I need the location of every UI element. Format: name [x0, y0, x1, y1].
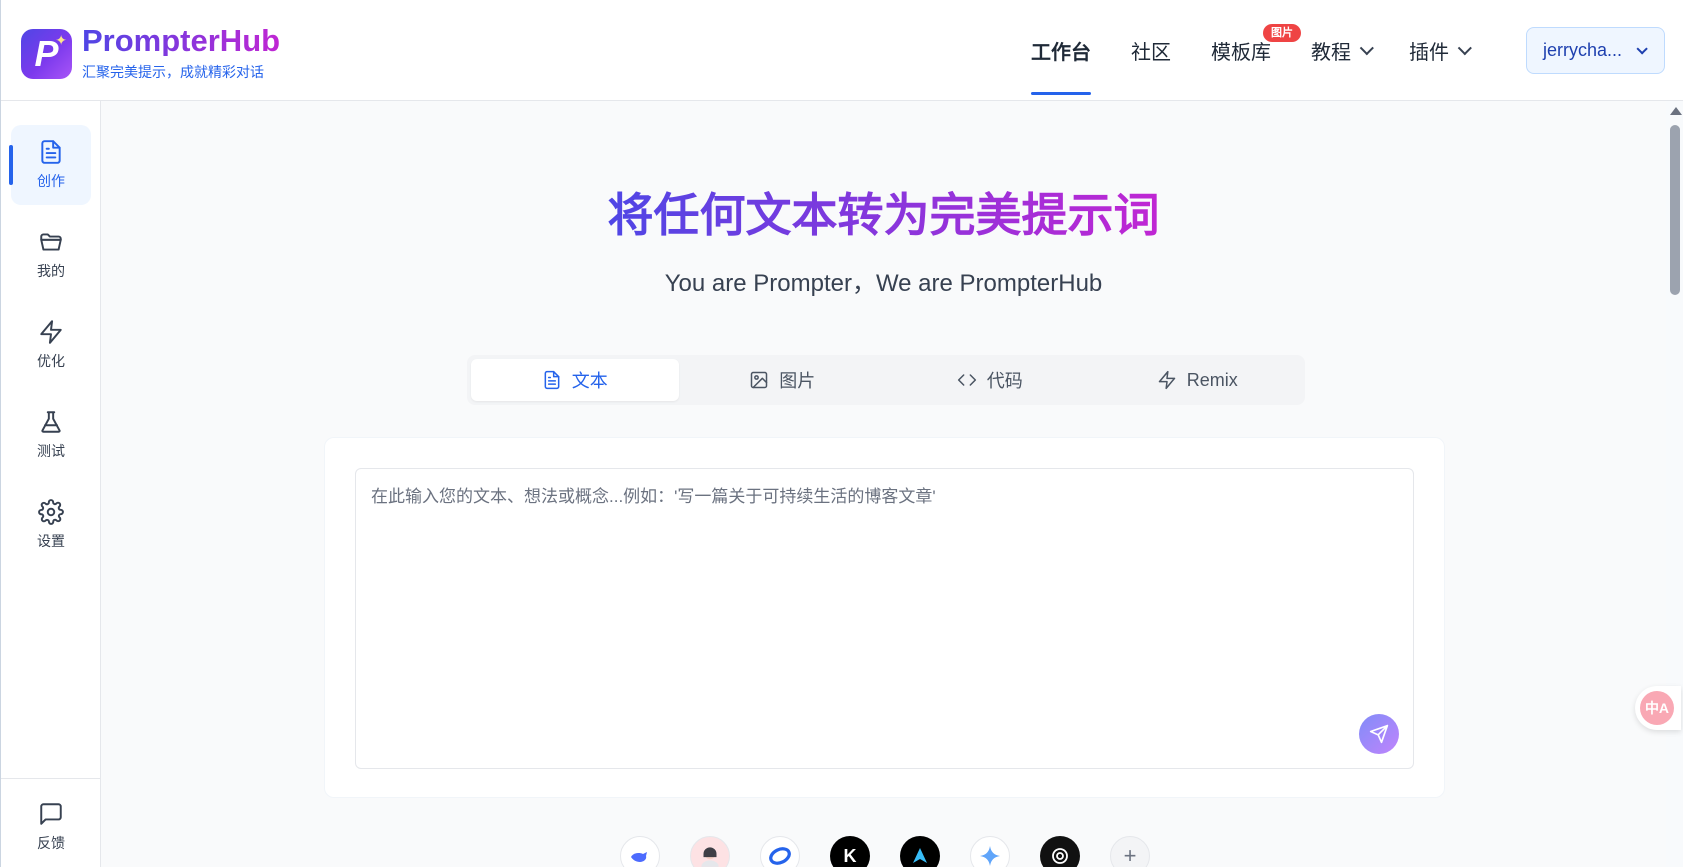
sidebar-item-mine[interactable]: 我的 [11, 215, 91, 295]
nav-templates[interactable]: 模板库 图片 [1211, 0, 1301, 101]
translate-widget[interactable]: 中A [1635, 686, 1681, 730]
nav-plugins-label: 插件 [1409, 42, 1449, 64]
nav-workbench[interactable]: 工作台 [1031, 0, 1091, 101]
templates-badge: 图片 [1263, 24, 1301, 42]
sidebar-item-feedback[interactable]: 反馈 [11, 787, 91, 867]
sidebar-item-label: 测试 [37, 443, 65, 459]
kimi-glyph: K [843, 845, 857, 866]
logo-icon: P ✦ [21, 28, 72, 79]
sidebar-item-create[interactable]: 创作 [9, 125, 91, 205]
top-header: P ✦ PrompterHub 汇聚完美提示，成就精彩对话 工作台 社区 模板库… [1, 0, 1683, 101]
add-icon: + [1123, 843, 1137, 867]
sidebar-item-label: 我的 [37, 263, 65, 279]
lightning-icon [40, 320, 62, 344]
mode-tabs: 文本 图片 代码 Remix [467, 355, 1305, 405]
sidebar-item-test[interactable]: 测试 [11, 395, 91, 475]
folder-icon [40, 233, 62, 251]
chevron-down-icon [1636, 42, 1648, 55]
send-icon [1369, 724, 1389, 744]
document-icon [41, 140, 61, 164]
user-name: jerrycha... [1543, 40, 1623, 60]
nav-tutorials-label: 教程 [1311, 42, 1351, 64]
sidebar-item-settings[interactable]: 设置 [11, 485, 91, 565]
tab-label: Remix [1186, 369, 1238, 390]
nav-community[interactable]: 社区 [1131, 0, 1171, 101]
tab-label: 代码 [986, 371, 1023, 391]
main-content: 将任何文本转为完美提示词 You are Prompter，We are Pro… [101, 101, 1666, 867]
brand-logo[interactable]: P ✦ PrompterHub 汇聚完美提示，成就精彩对话 [21, 25, 280, 82]
nav-workbench-label: 工作台 [1031, 42, 1091, 64]
gemini-icon[interactable] [970, 836, 1010, 867]
deepseek-icon[interactable] [620, 836, 660, 867]
nav-tutorials[interactable]: 教程 [1311, 0, 1374, 101]
page-title-text: 将任何文本转为完美提示词 [607, 189, 1160, 241]
image-icon [751, 371, 768, 389]
page-title: 将任何文本转为完美提示词 [101, 179, 1666, 245]
sidebar: 创作 我的 优化 测试 设置 反馈 [1, 101, 101, 867]
app-window: P ✦ PrompterHub 汇聚完美提示，成就精彩对话 工作台 社区 模板库… [0, 0, 1683, 867]
scroll-thumb[interactable] [1670, 125, 1680, 295]
sidebar-divider [1, 778, 101, 779]
scrollbar[interactable] [1666, 101, 1683, 867]
chevron-down-icon [1457, 40, 1472, 55]
tab-remix[interactable]: Remix [1094, 359, 1302, 401]
gear-icon [38, 499, 64, 525]
sidebar-item-label: 设置 [37, 533, 65, 549]
sidebar-item-optimize[interactable]: 优化 [11, 305, 91, 385]
document-icon [544, 370, 560, 390]
send-button[interactable] [1359, 714, 1399, 754]
avatar-icon[interactable] [690, 836, 730, 867]
prompt-input[interactable] [355, 468, 1414, 769]
scroll-up-icon[interactable] [1670, 107, 1682, 115]
page-subtitle: You are Prompter，We are PrompterHub [664, 270, 1103, 297]
star-glyph [980, 846, 1000, 866]
tab-image[interactable]: 图片 [679, 359, 887, 401]
main-nav: 工作台 社区 模板库 图片 教程 插件 [1031, 0, 1507, 101]
sparkle-icon: ✦ [55, 31, 67, 48]
add-model-button[interactable]: + [1110, 836, 1150, 867]
tab-code[interactable]: 代码 [886, 359, 1094, 401]
arrow-glyph [913, 848, 927, 863]
person-glyph [701, 847, 719, 867]
flask-icon [41, 411, 61, 433]
tab-text[interactable]: 文本 [471, 359, 679, 401]
translate-icon: 中A [1640, 691, 1674, 725]
chevron-down-icon [1359, 40, 1374, 55]
user-menu-button[interactable]: jerrycha... [1526, 27, 1665, 74]
openai-icon[interactable] [1040, 836, 1080, 867]
code-icon [957, 374, 976, 386]
nav-community-label: 社区 [1131, 42, 1171, 64]
plane-icon[interactable] [900, 836, 940, 867]
ring-glyph [769, 847, 791, 865]
nav-templates-label: 模板库 [1211, 42, 1271, 64]
kimi-icon[interactable]: K [830, 836, 870, 867]
doubao-icon[interactable] [760, 836, 800, 867]
brand-text: PrompterHub 汇聚完美提示，成就精彩对话 [82, 25, 280, 82]
tab-label: 文本 [571, 371, 608, 391]
input-card [324, 437, 1445, 798]
tab-label: 图片 [779, 371, 816, 391]
sidebar-item-label: 创作 [37, 173, 65, 189]
nav-plugins[interactable]: 插件 [1409, 0, 1472, 101]
chat-icon [40, 803, 62, 825]
lightning-icon [1158, 370, 1175, 390]
sidebar-item-label: 反馈 [37, 835, 65, 851]
whale-glyph [631, 852, 647, 862]
brand-subtitle: 汇聚完美提示，成就精彩对话 [82, 64, 264, 80]
brand-title: PrompterHub [82, 23, 281, 58]
sidebar-item-label: 优化 [37, 353, 65, 369]
knot-glyph [1052, 848, 1068, 864]
